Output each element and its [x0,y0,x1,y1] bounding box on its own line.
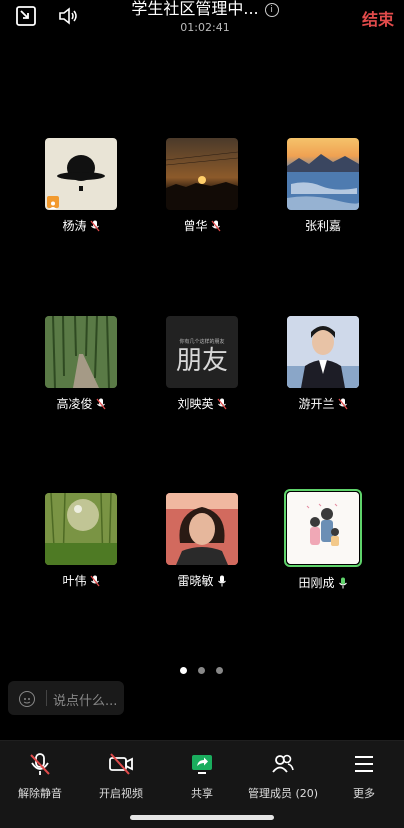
selfie-photo-image [166,493,238,565]
mic-muted-icon [210,220,221,232]
participant-tile[interactable]: 杨涛 [44,138,118,234]
page-indicator[interactable] [180,667,240,677]
mic-on-icon [217,575,226,587]
participant-name: 曾华 [183,219,208,233]
mic-muted-icon [216,398,227,410]
participant-name: 田刚成 [298,576,335,590]
minimize-window-icon[interactable] [15,5,37,27]
participant-name: 高凌俊 [56,397,93,411]
chat-divider [46,690,47,706]
avatar [166,493,238,565]
participant-tile[interactable]: 雷晓敏 [165,493,239,589]
mic-muted-icon [337,398,348,410]
video-off-icon [109,753,133,775]
avatar-overlay-text: 朋友 [175,346,228,376]
home-indicator[interactable] [130,815,274,820]
avatar [287,138,359,210]
portrait-photo-image [287,316,359,388]
page-dot[interactable] [216,667,223,674]
participant-name: 叶伟 [62,574,87,588]
participant-tile[interactable]: 曾华 [165,138,239,234]
host-badge-icon [47,196,59,209]
end-meeting-button[interactable]: 结束 [362,6,394,30]
speaker-icon[interactable] [57,5,79,27]
more-label: 更多 [353,787,375,800]
manage-members-button[interactable]: 管理成员 (20) [243,751,323,801]
participant-name: 游开兰 [298,397,335,411]
manage-members-label: 管理成员 (20) [247,787,319,800]
page-dot[interactable] [198,667,205,674]
emoji-icon[interactable] [19,691,35,707]
avatar [287,492,359,564]
chat-placeholder[interactable]: 说点什么... [53,690,117,709]
participant-tile[interactable]: 张利嘉 [286,138,360,234]
page-dot-active[interactable] [180,667,187,674]
avatar [166,138,238,210]
start-video-label: 开启视频 [99,787,143,800]
bamboo-path-image [45,316,117,388]
meeting-timer: 01:02:41 [180,21,230,34]
info-icon[interactable]: i [264,3,279,17]
share-button[interactable]: 共享 [162,751,242,801]
members-icon [272,754,294,773]
avatar [45,316,117,388]
participant-tile[interactable]: 朋友 你有几个这样的朋友 刘映英 [165,316,239,412]
participant-name: 张利嘉 [304,219,341,233]
participant-name: 杨涛 [62,219,87,233]
avatar [45,493,117,565]
meeting-title-area: 学生社区管理中... i 01:02:41 [110,0,300,34]
mic-muted-icon [89,220,100,232]
avatar [45,138,117,210]
participant-name: 刘映英 [177,397,214,411]
top-bar: 学生社区管理中... i 01:02:41 结束 [0,0,404,40]
menu-icon [355,756,373,772]
start-video-button[interactable]: 开启视频 [81,751,161,801]
bubble-grass-image [45,493,117,565]
family-illustration-image [287,492,359,564]
participant-tile[interactable]: 高凌俊 [44,316,118,412]
participant-tile[interactable]: 叶伟 [44,493,118,589]
mountain-lake-image [287,154,359,210]
speaking-highlight [284,489,362,567]
participant-name: 雷晓敏 [177,574,214,588]
mic-muted-icon [95,398,106,410]
unmute-button[interactable]: 解除静音 [0,751,80,801]
participant-tile[interactable]: 游开兰 [286,316,360,412]
sunset-image [166,151,238,210]
participant-tile-active-speaker[interactable]: 田刚成 [283,489,363,591]
share-label: 共享 [191,787,213,800]
chat-input[interactable]: 说点什么... [8,681,124,715]
unmute-label: 解除静音 [18,787,62,800]
avatar-overlay-subtext: 你有几个这样的朋友 [179,339,225,345]
avatar: 朋友 你有几个这样的朋友 [166,316,238,388]
meeting-title[interactable]: 学生社区管理中... [131,0,258,18]
more-button[interactable]: 更多 [324,751,404,801]
avatar [287,316,359,388]
mic-muted-icon [30,753,50,775]
mic-speaking-icon [338,577,347,589]
share-screen-icon [192,755,212,774]
mic-muted-icon [89,575,100,587]
